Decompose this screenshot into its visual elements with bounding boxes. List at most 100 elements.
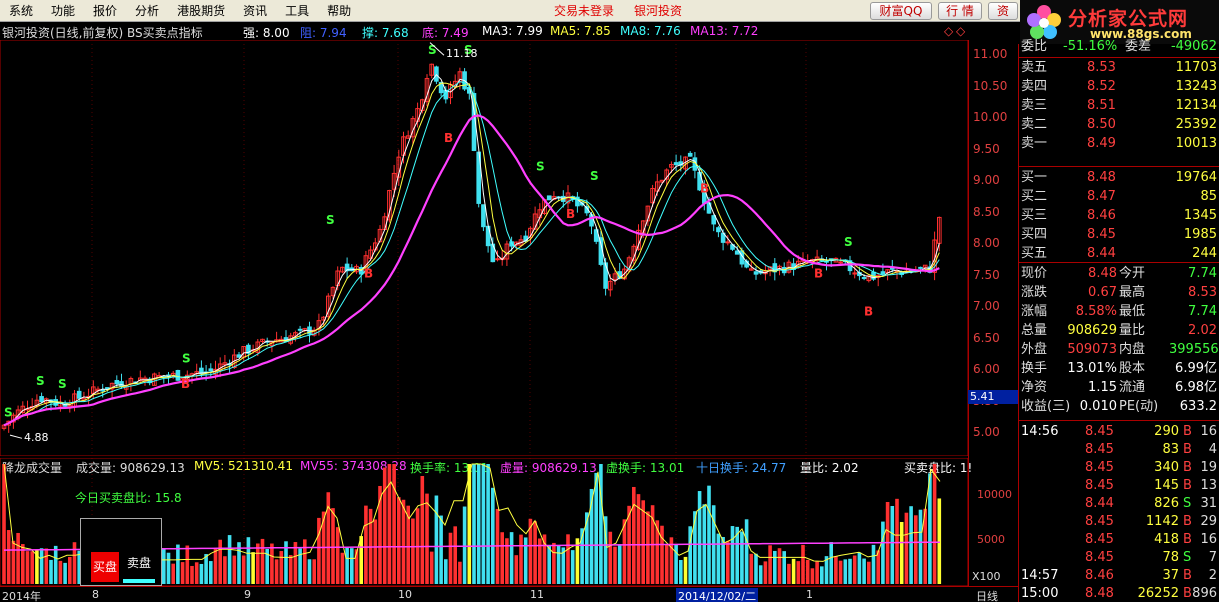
stat-row: 涨跌 0.67 最高 8.53 <box>1019 284 1219 302</box>
tick-row: 8.45 1142 B 29 <box>1019 513 1219 531</box>
candle-body <box>603 262 608 289</box>
volume-bar <box>49 559 53 584</box>
sell-signal-marker: S <box>36 374 45 388</box>
diamond-icon-2[interactable]: ◇ <box>956 24 965 38</box>
tick-volume: 83 <box>1162 442 1179 457</box>
volume-bar <box>810 568 815 584</box>
tick-row: 8.45 145 B 13 <box>1019 477 1219 495</box>
stat-row: 收益(三) 0.010 PE(动) 633.2 <box>1019 398 1219 416</box>
candle-body <box>114 380 120 385</box>
volume-bar <box>509 532 514 584</box>
sell-signal-marker: S <box>58 377 67 391</box>
volume-bar <box>25 551 30 584</box>
volume-bar <box>594 472 598 584</box>
candle-body <box>76 390 82 399</box>
candlestick-chart[interactable]: SS SSSS SSSSBBBBBBB11.184.88 <box>0 40 968 456</box>
volume-bar <box>364 505 368 584</box>
price-tick-label: 9.50 <box>973 141 1000 156</box>
menu-item-1[interactable]: 功能 <box>42 0 84 22</box>
date-tick-label: 1 <box>806 588 813 601</box>
price-tick-label: 8.50 <box>973 204 1000 219</box>
candle-body <box>734 250 740 255</box>
qq-button[interactable]: 财富QQ <box>870 2 932 20</box>
volume-bar <box>199 563 204 584</box>
volume-bar <box>288 555 293 584</box>
candle-body <box>119 381 124 388</box>
volume-bar <box>533 521 537 584</box>
moving-average-line <box>3 81 940 426</box>
stat-label: 净资 <box>1021 380 1048 395</box>
candle-body <box>175 369 181 381</box>
sell-signal-marker: S <box>4 405 13 419</box>
price-tick-label: 5.00 <box>973 425 1000 439</box>
login-status[interactable]: 交易未登录 <box>554 0 614 22</box>
candle-body <box>838 261 843 264</box>
volume-bar <box>2 464 6 584</box>
sell-signal-marker: S <box>536 160 545 174</box>
tick-count: 4 <box>1208 442 1217 457</box>
buy-level-row: 买二 8.47 85 <box>1019 188 1219 206</box>
volume-bar <box>632 486 636 584</box>
volume-bar <box>411 518 415 584</box>
panel-separator <box>1019 57 1219 58</box>
buy-level-volume: 85 <box>1200 189 1217 204</box>
price-tick-label: 10.50 <box>973 78 1008 93</box>
stat-value-2: 633.2 <box>1179 399 1217 414</box>
volume-bar <box>679 559 683 584</box>
volume-bar <box>787 563 791 584</box>
stat-value: 0.010 <box>1079 399 1117 414</box>
volume-bar <box>801 544 805 584</box>
sell-level-price: 8.52 <box>1087 79 1116 94</box>
volume-bar <box>683 556 688 584</box>
stat-row: 现价 8.48 今开 7.74 <box>1019 265 1219 283</box>
sell-level-row: 卖二 8.50 25392 <box>1019 116 1219 134</box>
volume-bar <box>570 550 575 584</box>
tick-time: 14:56 <box>1021 424 1059 439</box>
diamond-icon[interactable]: ◇ <box>944 24 953 38</box>
menu-item-0[interactable]: 系统 <box>0 0 42 22</box>
volume-bar <box>392 464 396 584</box>
menu-item-4[interactable]: 港股期货 <box>168 0 234 22</box>
sell-signal-marker: S <box>182 352 191 366</box>
menu-item-5[interactable]: 资讯 <box>234 0 276 22</box>
sell-volume-bar <box>123 579 155 583</box>
sell-level-label: 卖二 <box>1021 117 1048 132</box>
buy-level-price: 8.46 <box>1087 208 1116 223</box>
volume-bar <box>373 519 378 584</box>
menu-item-7[interactable]: 帮助 <box>318 0 360 22</box>
volume-bar <box>274 559 279 584</box>
stat-value-2: 8.53 <box>1188 285 1217 300</box>
volume-bar <box>918 509 923 584</box>
high-price-annotation: 11.18 <box>446 47 478 60</box>
volume-bar <box>749 553 754 584</box>
volume-bar <box>58 560 63 584</box>
menu-item-6[interactable]: 工具 <box>276 0 318 22</box>
volume-bar <box>646 511 650 584</box>
volume-bar <box>434 495 439 584</box>
panel-separator <box>1019 262 1219 263</box>
volume-bar <box>782 551 786 584</box>
moving-average-line <box>3 114 940 427</box>
volume-bar <box>223 556 227 584</box>
volume-bar <box>777 548 782 584</box>
broker-status[interactable]: 银河投资 <box>634 0 682 22</box>
support-value: 撑: 7.68 <box>362 26 409 40</box>
volume-bar <box>458 561 462 584</box>
menu-item-3[interactable]: 分析 <box>126 0 168 22</box>
price-tick-label: 6.00 <box>973 362 1000 376</box>
volume-bar <box>791 558 796 584</box>
buysell-ratio-label: 今日买卖盘比: 15.8 <box>75 491 182 505</box>
candle-body <box>589 214 594 227</box>
volume-bar <box>556 545 561 584</box>
sell-level-row: 卖三 8.51 12134 <box>1019 97 1219 115</box>
period-label[interactable]: 日线 <box>976 588 998 602</box>
tick-time: 14:57 <box>1021 568 1059 583</box>
volume-bar <box>566 534 570 584</box>
order-ratio-value: -51.16% <box>1063 39 1118 54</box>
volume-bar <box>279 551 284 584</box>
volume-bar <box>30 551 34 584</box>
tick-count: 16 <box>1200 424 1217 439</box>
asset-button[interactable]: 资 <box>988 2 1018 20</box>
menu-item-2[interactable]: 报价 <box>84 0 126 22</box>
quote-button[interactable]: 行 情 <box>938 2 982 20</box>
